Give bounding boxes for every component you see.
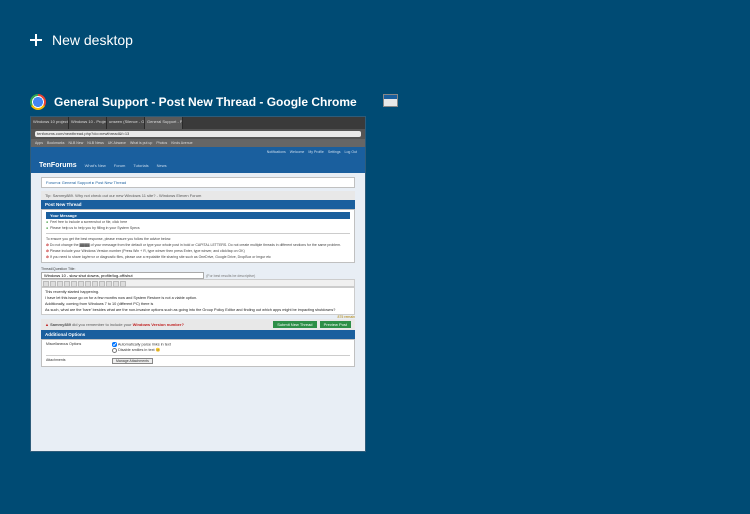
top-link[interactable]: Notifications: [267, 150, 286, 154]
attachments-label: Attachments: [46, 358, 106, 364]
top-link[interactable]: My Profile: [308, 150, 324, 154]
bookmark[interactable]: Kinds Avenue: [171, 141, 192, 145]
bold-icon[interactable]: [43, 281, 49, 287]
bookmark[interactable]: NLB New: [69, 141, 84, 145]
breadcrumb[interactable]: Forum ▸ General Support ▸ Post New Threa…: [46, 180, 350, 185]
chrome-icon: [30, 94, 46, 110]
window-preview[interactable]: Windows 10 project manager Windows 10 - …: [30, 116, 366, 452]
bookmark[interactable]: Apps: [35, 141, 43, 145]
nav-link[interactable]: Forum: [114, 163, 126, 168]
link-icon[interactable]: [64, 281, 70, 287]
redo-icon[interactable]: [120, 281, 126, 287]
plus-icon: [30, 34, 42, 46]
disable-smilies-checkbox[interactable]: [112, 348, 117, 353]
browser-tab[interactable]: Windows 10 project manager: [31, 117, 69, 129]
forum-header: TenForums What's New Forum Tutorials New…: [31, 157, 365, 173]
editor-toolbar: [41, 279, 355, 287]
new-desktop-button[interactable]: New desktop: [30, 32, 133, 48]
browser-tab[interactable]: unseen (Silence - Google S: [107, 117, 145, 129]
align-icon[interactable]: [106, 281, 112, 287]
top-link[interactable]: Log Out: [345, 150, 357, 154]
color-icon[interactable]: [99, 281, 105, 287]
nav-link[interactable]: Tutorials: [133, 163, 148, 168]
forum-topbar: Notifications Welcome My Profile Setting…: [31, 147, 365, 157]
rule-line: ⊘ If you need to share log/error or diag…: [46, 254, 350, 260]
preview-button[interactable]: Preview Post: [320, 321, 351, 328]
address-bar-row: tenforums.com/newthread.php?do=newthread…: [31, 129, 365, 139]
bookmark[interactable]: Bookmarks: [47, 141, 65, 145]
bookmark[interactable]: NLB News: [87, 141, 104, 145]
message-editor[interactable]: This recently started happening. I have …: [41, 287, 355, 315]
window-title: General Support - Post New Thread - Goog…: [54, 95, 357, 109]
misc-label: Miscellaneous Options: [46, 342, 106, 353]
reminder-strip: ▲ Sammy889 did you remember to include y…: [41, 319, 355, 330]
nav-link[interactable]: What's New: [85, 163, 106, 168]
italic-icon[interactable]: [50, 281, 56, 287]
window-thumbnail[interactable]: General Support - Post New Thread - Goog…: [30, 94, 366, 452]
top-link[interactable]: Settings: [328, 150, 341, 154]
address-bar[interactable]: tenforums.com/newthread.php?do=newthread…: [35, 131, 361, 137]
misc-options: Miscellaneous Options Automatically pars…: [41, 339, 355, 367]
top-link[interactable]: Welcome: [290, 150, 305, 154]
new-desktop-label: New desktop: [52, 32, 133, 48]
manage-attachments-button[interactable]: Manage Attachments: [112, 358, 153, 364]
bookmark[interactable]: UK Airwave: [108, 141, 126, 145]
code-icon[interactable]: [92, 281, 98, 287]
forum-page: Forum ▸ General Support ▸ Post New Threa…: [31, 173, 365, 451]
hint-line: Please help us to help you by filling in…: [46, 225, 350, 231]
list-icon[interactable]: [78, 281, 84, 287]
browser-tabs: Windows 10 project manager Windows 10 - …: [31, 117, 365, 129]
post-thread-heading: Post New Thread: [41, 200, 355, 209]
desktop-thumbnail[interactable]: [383, 94, 398, 107]
undo-icon[interactable]: [113, 281, 119, 287]
quote-icon[interactable]: [85, 281, 91, 287]
bookmarks-bar: Apps Bookmarks NLB New NLB News UK Airwa…: [31, 139, 365, 147]
bookmark[interactable]: What is put up: [130, 141, 152, 145]
tip-banner: Tip: Sammy889. Why not check out our new…: [41, 191, 355, 200]
thread-title-hint: (For best results be descriptive): [206, 274, 255, 278]
your-message-title: Your Message: [46, 212, 350, 219]
message-guidelines: Your Message Feel free to include a scre…: [41, 209, 355, 263]
bookmark[interactable]: Photos: [156, 141, 167, 145]
thumbnail-header: General Support - Post New Thread - Goog…: [30, 94, 366, 110]
underline-icon[interactable]: [57, 281, 63, 287]
site-logo[interactable]: TenForums: [39, 162, 77, 169]
submit-button[interactable]: Submit New Thread: [273, 321, 316, 328]
image-icon[interactable]: [71, 281, 77, 287]
breadcrumb-card: Forum ▸ General Support ▸ Post New Threa…: [41, 177, 355, 188]
browser-tab[interactable]: Windows 10 - Project Manag: [69, 117, 107, 129]
additional-options-heading: Additional Options: [41, 330, 355, 339]
browser-tab-active[interactable]: General Support - Post New Th: [145, 117, 183, 129]
nav-link[interactable]: News: [157, 163, 167, 168]
thread-title-input[interactable]: [41, 272, 204, 279]
